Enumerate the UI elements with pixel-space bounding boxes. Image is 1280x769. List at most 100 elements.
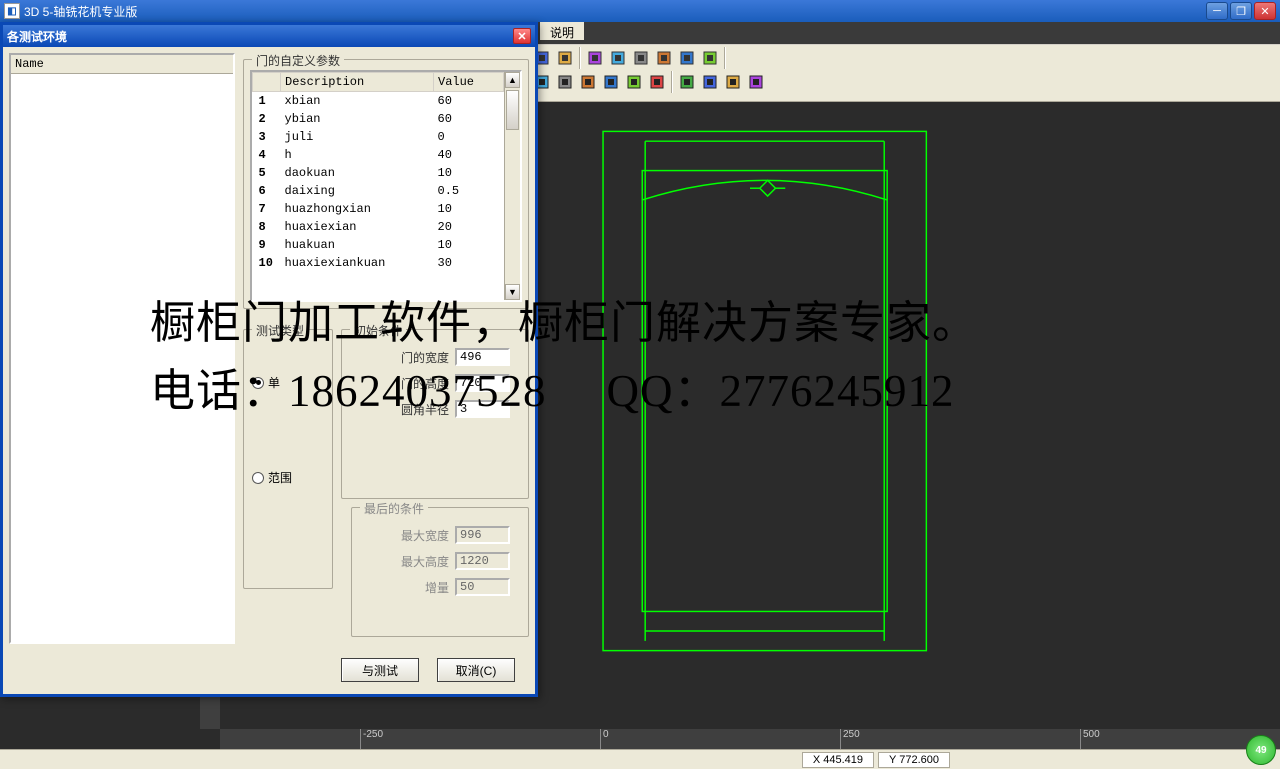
row-number: 3 (253, 128, 281, 146)
height-input[interactable] (455, 374, 510, 392)
incr-label: 增量 (425, 579, 449, 596)
row-description: xbian (281, 92, 434, 111)
row-value: 0.5 (434, 182, 504, 200)
row-description: huaxiexian (281, 218, 434, 236)
row-number: 4 (253, 146, 281, 164)
test-type-group: 测试类型 单 范围 (243, 329, 333, 589)
fit-icon[interactable] (676, 71, 698, 93)
row-number: 5 (253, 164, 281, 182)
copy-icon[interactable] (577, 71, 599, 93)
toolbar-separator (724, 47, 726, 69)
cancel-button[interactable]: 取消(C) (437, 658, 515, 682)
menu-bar[interactable]: 说明 (540, 22, 584, 40)
table-row[interactable]: 6 daixing 0.5 (253, 182, 504, 200)
radius-label: 圆角半径 (401, 401, 449, 418)
last-conditions-group: 最后的条件 最大宽度 最大高度 增量 (351, 507, 529, 637)
path-icon[interactable] (676, 47, 698, 69)
scroll-thumb[interactable] (506, 90, 519, 130)
table-row[interactable]: 3 juli 0 (253, 128, 504, 146)
measure-icon[interactable] (554, 47, 576, 69)
group-legend: 初始条件 (350, 322, 406, 339)
row-value: 20 (434, 218, 504, 236)
snap-icon[interactable] (584, 47, 606, 69)
pan-icon[interactable] (699, 71, 721, 93)
group-legend: 门的自定义参数 (252, 52, 344, 69)
cut-icon[interactable] (554, 71, 576, 93)
col-description[interactable]: Description (281, 73, 434, 92)
maxw-input (455, 526, 510, 544)
row-description: daokuan (281, 164, 434, 182)
radio-icon (252, 377, 264, 389)
row-description: h (281, 146, 434, 164)
row-description: juli (281, 128, 434, 146)
dialog-close-button[interactable]: ✕ (513, 28, 531, 44)
row-number: 6 (253, 182, 281, 200)
name-list-header[interactable]: Name (11, 55, 233, 74)
params-table[interactable]: Description Value 1 xbian 602 ybian 603 … (252, 72, 504, 272)
group-legend: 最后的条件 (360, 500, 428, 517)
row-value: 0 (434, 128, 504, 146)
status-bar: X 445.419 Y 772.600 (0, 749, 1280, 769)
status-badge: 49 (1246, 735, 1276, 765)
row-number: 1 (253, 92, 281, 111)
radio-single[interactable]: 单 (244, 370, 332, 395)
table-row[interactable]: 5 daokuan 10 (253, 164, 504, 182)
ruler-tick: 250 (840, 729, 860, 749)
row-value: 10 (434, 164, 504, 182)
name-list-body[interactable] (11, 74, 233, 641)
row-value: 10 (434, 200, 504, 218)
table-row[interactable]: 9 huakuan 10 (253, 236, 504, 254)
row-value: 60 (434, 92, 504, 111)
abc-icon[interactable] (745, 71, 767, 93)
row-value: 30 (434, 254, 504, 272)
height-label: 门的高度 (401, 375, 449, 392)
table-row[interactable]: 10 huaxiexiankuan 30 (253, 254, 504, 272)
close-button[interactable]: ✕ (1254, 2, 1276, 20)
layer-icon[interactable] (630, 47, 652, 69)
table-row[interactable]: 4 h 40 (253, 146, 504, 164)
grid-icon[interactable] (607, 47, 629, 69)
custom-params-group: 门的自定义参数 Description Value 1 xbian 602 (243, 59, 529, 309)
maximize-button[interactable]: ❐ (1230, 2, 1252, 20)
minimize-button[interactable]: ─ (1206, 2, 1228, 20)
row-description: huaxiexiankuan (281, 254, 434, 272)
row-value: 40 (434, 146, 504, 164)
scroll-up-icon[interactable]: ▲ (505, 72, 520, 88)
width-input[interactable] (455, 348, 510, 366)
params-scrollbar[interactable]: ▲ ▼ (504, 72, 520, 300)
radius-input[interactable] (455, 400, 510, 418)
palette-icon[interactable] (722, 71, 744, 93)
name-list-panel: Name (9, 53, 235, 644)
incr-input (455, 578, 510, 596)
col-value[interactable]: Value (434, 73, 504, 92)
table-row[interactable]: 2 ybian 60 (253, 110, 504, 128)
line-icon[interactable] (653, 47, 675, 69)
table-row[interactable]: 1 xbian 60 (253, 92, 504, 111)
row-description: huazhongxian (281, 200, 434, 218)
test-button[interactable]: 与测试 (341, 658, 419, 682)
dialog-title: 各测试环境 (7, 28, 67, 45)
horizontal-ruler: -250 0 250 500 750 (220, 729, 1280, 749)
table-row[interactable]: 8 huaxiexian 20 (253, 218, 504, 236)
ruler-tick: 0 (600, 729, 609, 749)
radio-range[interactable]: 范围 (244, 465, 332, 490)
3d-icon[interactable] (699, 47, 721, 69)
status-x: X 445.419 (802, 752, 874, 768)
radio-icon (252, 472, 264, 484)
table-row[interactable]: 7 huazhongxian 10 (253, 200, 504, 218)
zoom-icon[interactable] (646, 71, 668, 93)
test-env-dialog: 各测试环境 ✕ Name 门的自定义参数 Description Value (0, 22, 538, 697)
row-description: daixing (281, 182, 434, 200)
maxh-label: 最大高度 (401, 553, 449, 570)
scroll-down-icon[interactable]: ▼ (505, 284, 520, 300)
app-title: 3D 5-轴铣花机专业版 (24, 3, 137, 20)
row-description: huakuan (281, 236, 434, 254)
row-value: 10 (434, 236, 504, 254)
paste-icon[interactable] (600, 71, 622, 93)
row-number: 8 (253, 218, 281, 236)
radio-label: 范围 (268, 469, 292, 486)
maxh-input (455, 552, 510, 570)
row-number: 2 (253, 110, 281, 128)
row-number: 7 (253, 200, 281, 218)
del-icon[interactable] (623, 71, 645, 93)
